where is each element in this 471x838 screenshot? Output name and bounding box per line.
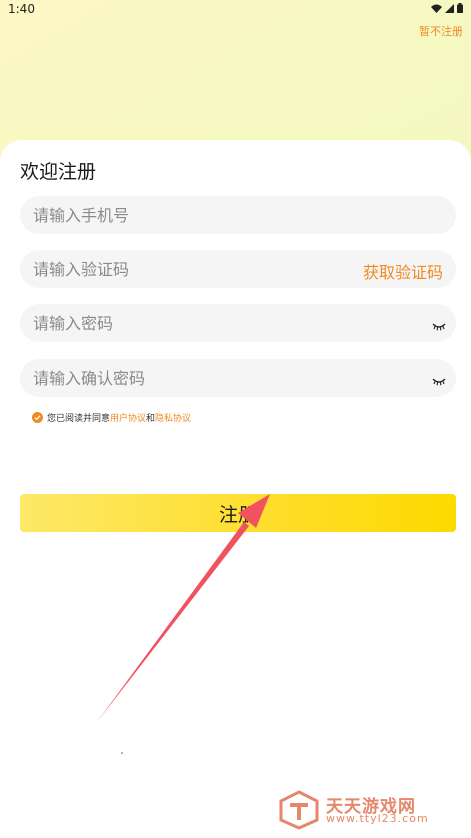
confirm-password-input[interactable] — [20, 359, 456, 397]
password-visibility-toggle[interactable] — [432, 317, 446, 331]
watermark-logo-icon — [279, 790, 319, 830]
eye-closed-icon — [432, 378, 446, 386]
signal-icon — [445, 3, 454, 13]
status-time: 1:40 — [8, 2, 35, 16]
get-code-button[interactable]: 获取验证码 — [363, 259, 443, 283]
check-icon — [34, 414, 41, 420]
watermark: 天天游戏网 www.ttyl23.com — [278, 790, 468, 830]
agreement-row: 您已阅读并同意 用户协议 和 隐私协议 — [32, 410, 191, 424]
battery-icon — [457, 3, 463, 13]
register-card: 欢迎注册 获取验证码 — [0, 140, 471, 838]
password-input[interactable] — [20, 304, 456, 342]
agreement-checkbox[interactable] — [32, 411, 43, 423]
agreement-and: 和 — [146, 413, 156, 424]
eye-closed-icon — [432, 323, 446, 331]
phone-field — [20, 196, 456, 234]
password-field — [20, 304, 456, 342]
status-icons — [431, 3, 463, 13]
privacy-agreement-link[interactable]: 隐私协议 — [155, 411, 191, 424]
status-bar: 1:40 — [0, 0, 471, 22]
skip-register-link[interactable]: 暂不注册 — [419, 23, 463, 39]
watermark-url: www.ttyl23.com — [326, 812, 429, 825]
wifi-icon — [431, 4, 442, 13]
confirm-password-field — [20, 359, 456, 397]
confirm-password-visibility-toggle[interactable] — [432, 372, 446, 386]
user-agreement-link[interactable]: 用户协议 — [110, 411, 146, 424]
phone-input[interactable] — [20, 196, 456, 234]
page-title: 欢迎注册 — [20, 161, 97, 183]
agreement-text: 您已阅读并同意 — [47, 413, 111, 424]
code-field: 获取验证码 — [20, 250, 456, 288]
register-button[interactable]: 注册 — [20, 494, 456, 532]
